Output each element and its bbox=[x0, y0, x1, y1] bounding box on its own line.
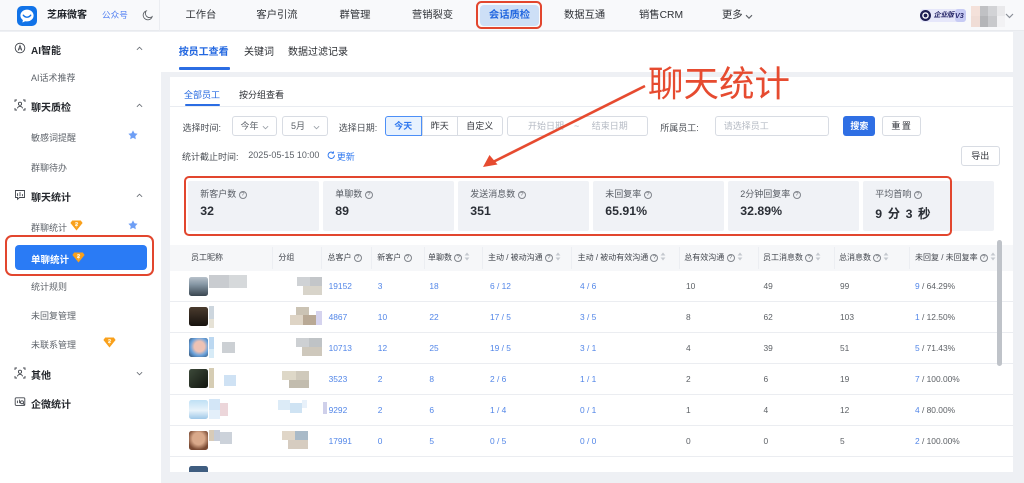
svg-text:2: 2 bbox=[74, 222, 77, 228]
svg-text:2: 2 bbox=[108, 339, 111, 345]
